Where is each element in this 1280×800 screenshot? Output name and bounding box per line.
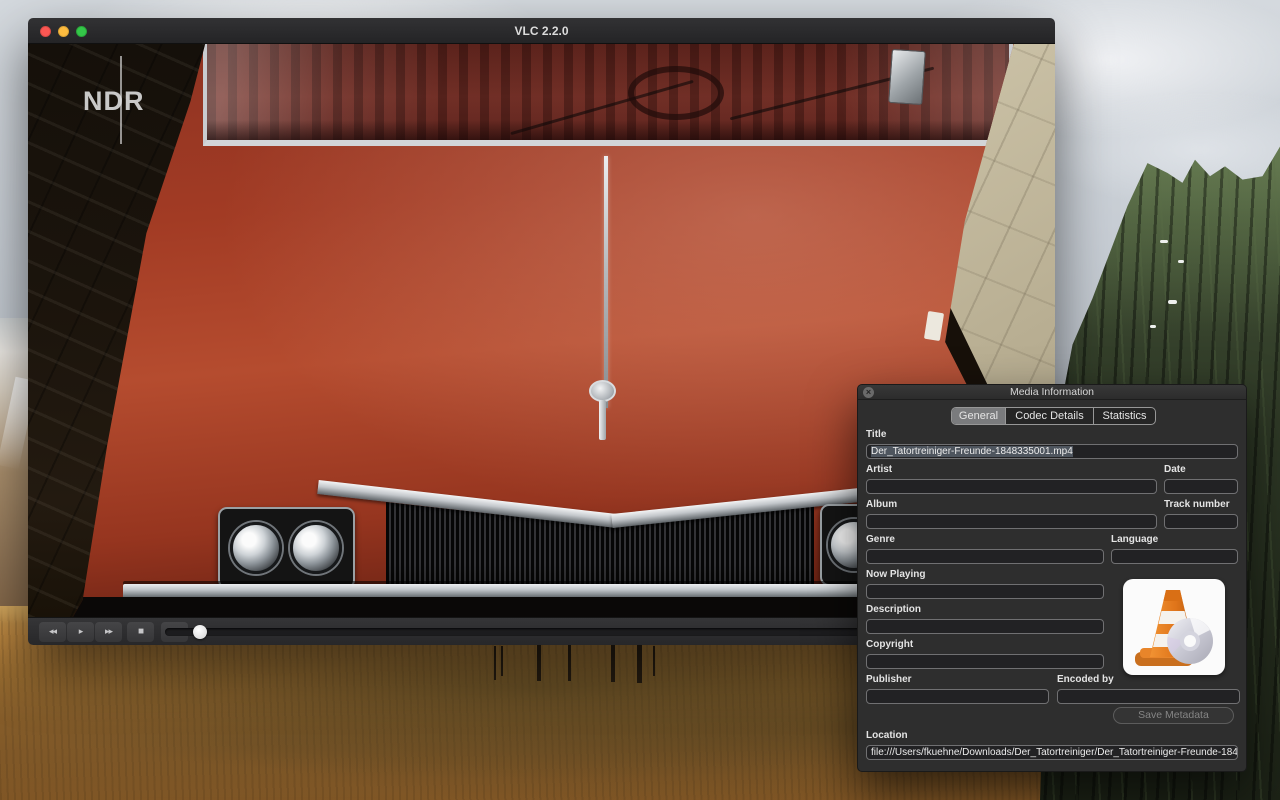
- side-mirror: [888, 49, 926, 105]
- date-field[interactable]: [1164, 479, 1238, 494]
- publisher-field[interactable]: [866, 689, 1049, 704]
- vlc-cone-icon: [1123, 579, 1225, 675]
- dialog-title: Media Information: [858, 386, 1246, 398]
- tab-general[interactable]: General: [952, 408, 1005, 424]
- dialog-titlebar[interactable]: × Media Information: [858, 385, 1246, 400]
- encoded-by-label: Encoded by: [1057, 674, 1114, 685]
- artist-field[interactable]: [866, 479, 1157, 494]
- genre-label: Genre: [866, 534, 895, 545]
- hood-chrome-strip: [604, 156, 608, 408]
- artist-label: Artist: [866, 464, 892, 475]
- media-information-dialog: × Media Information General Codec Detail…: [857, 384, 1247, 772]
- vlc-titlebar[interactable]: VLC 2.2.0: [28, 18, 1055, 44]
- ornament-crest: [589, 380, 616, 402]
- ndr-station-logo: NDR: [83, 56, 173, 148]
- title-field[interactable]: Der_Tatortreiniger-Freunde-1848335001.mp…: [866, 444, 1238, 459]
- hood-ornament: [586, 380, 620, 440]
- title-value: Der_Tatortreiniger-Freunde-1848335001.mp…: [871, 446, 1073, 457]
- language-field[interactable]: [1111, 549, 1238, 564]
- copyright-field[interactable]: [866, 654, 1104, 669]
- description-field[interactable]: [866, 619, 1104, 634]
- fence-post: [494, 646, 496, 680]
- track-number-field[interactable]: [1164, 514, 1238, 529]
- fender-sticker: [924, 311, 944, 341]
- copyright-label: Copyright: [866, 639, 913, 650]
- fast-forward-icon: ▸▸: [105, 626, 112, 636]
- fast-forward-button[interactable]: ▸▸: [95, 622, 122, 642]
- desktop: VLC 2.2.0: [0, 0, 1280, 800]
- ornament-stem: [599, 400, 606, 440]
- title-label: Title: [866, 429, 886, 440]
- fence-post: [637, 645, 642, 683]
- steering-wheel: [628, 66, 724, 120]
- language-label: Language: [1111, 534, 1158, 545]
- genre-field[interactable]: [866, 549, 1104, 564]
- publisher-label: Publisher: [866, 674, 912, 685]
- play-icon: ▸: [79, 626, 83, 636]
- snow-patch: [1168, 300, 1177, 304]
- dashboard-shadow: [207, 120, 1009, 140]
- stop-button[interactable]: ■: [127, 622, 154, 642]
- track-number-label: Track number: [1164, 499, 1230, 510]
- tab-bar: General Codec Details Statistics: [951, 407, 1156, 425]
- headlight-housing: [218, 507, 355, 589]
- encoded-by-field[interactable]: [1057, 689, 1240, 704]
- tab-statistics[interactable]: Statistics: [1093, 408, 1155, 424]
- headlight: [230, 522, 282, 574]
- save-metadata-button[interactable]: Save Metadata: [1113, 707, 1234, 724]
- stop-icon: ■: [138, 626, 143, 637]
- fence-post: [501, 646, 503, 676]
- snow-patch: [1160, 240, 1168, 243]
- fence-post: [568, 645, 571, 681]
- location-label: Location: [866, 730, 908, 741]
- location-field[interactable]: file:///Users/fkuehne/Downloads/Der_Tato…: [866, 745, 1238, 760]
- now-playing-label: Now Playing: [866, 569, 925, 580]
- description-label: Description: [866, 604, 921, 615]
- fence-post: [537, 645, 541, 681]
- tab-codec-details[interactable]: Codec Details: [1005, 408, 1093, 424]
- snow-patch: [1178, 260, 1184, 263]
- fence-post: [653, 646, 655, 676]
- play-button[interactable]: ▸: [67, 622, 94, 642]
- snow-patch: [1150, 325, 1156, 328]
- album-label: Album: [866, 499, 897, 510]
- now-playing-field[interactable]: [866, 584, 1104, 599]
- fence-post: [611, 645, 615, 682]
- headlight: [290, 522, 342, 574]
- window-title: VLC 2.2.0: [28, 18, 1055, 44]
- ndr-logo-text: NDR: [83, 86, 145, 117]
- date-label: Date: [1164, 464, 1186, 475]
- rewind-icon: ◂◂: [49, 626, 56, 636]
- rewind-button[interactable]: ◂◂: [39, 622, 66, 642]
- album-field[interactable]: [866, 514, 1157, 529]
- seek-slider-knob[interactable]: [193, 625, 207, 639]
